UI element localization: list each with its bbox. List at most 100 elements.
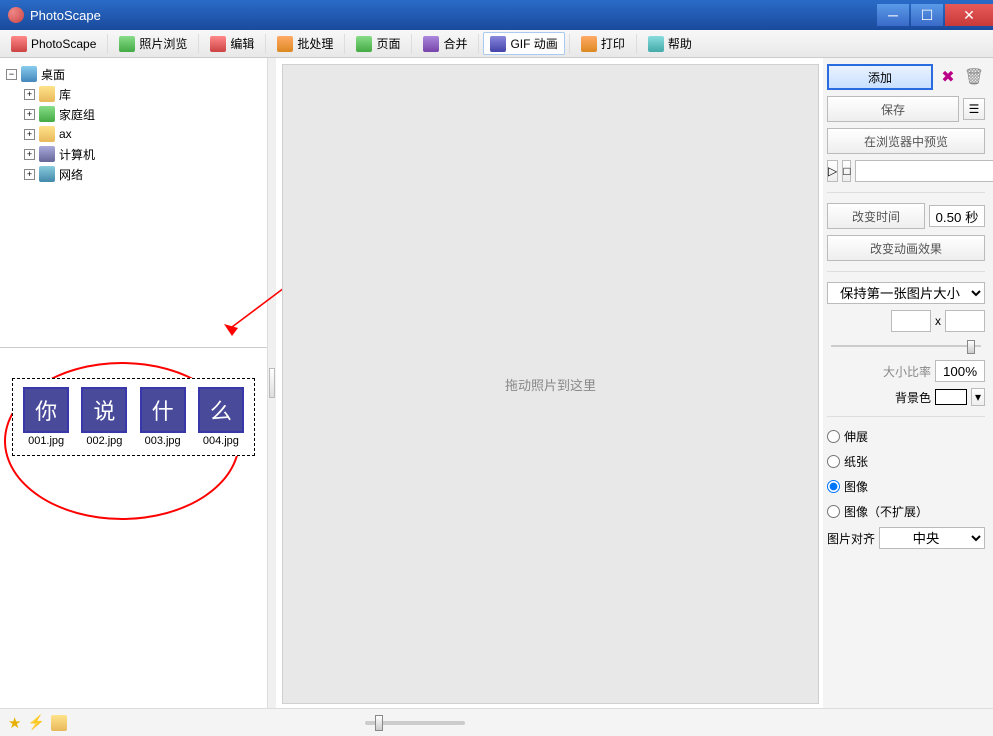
right-panel: 添加 ✖ 🗑 保存 ☰ 在浏览器中预览 ▷ □ 改变时间 改变动画效果 保持第一… <box>823 58 993 708</box>
align-select[interactable]: 中央 <box>879 527 985 549</box>
play-icon[interactable]: ▷ <box>827 160 838 182</box>
desktop-icon <box>21 66 37 82</box>
radio-label: 纸张 <box>844 453 868 470</box>
zoom-slider-thumb[interactable] <box>375 715 383 731</box>
save-button[interactable]: 保存 <box>827 96 959 122</box>
tree-node-network[interactable]: + 网络 <box>24 164 261 184</box>
combine-icon <box>423 36 439 52</box>
expand-icon[interactable]: + <box>24 149 35 160</box>
radio-label: 伸展 <box>844 428 868 445</box>
thumbnail-image: 说 <box>81 387 127 433</box>
stop-icon[interactable]: □ <box>842 160 851 182</box>
delete-icon[interactable]: ✖ <box>937 66 959 88</box>
clear-icon[interactable]: 🗑 <box>963 66 985 88</box>
tree-label: 库 <box>59 86 71 103</box>
time-value-field[interactable] <box>929 205 985 227</box>
editor-icon <box>210 36 226 52</box>
tab-editor[interactable]: 编辑 <box>203 32 261 55</box>
expand-icon[interactable]: + <box>24 109 35 120</box>
viewer-icon <box>119 36 135 52</box>
tree-node-computer[interactable]: +计算机 <box>24 144 261 164</box>
tree-node-library[interactable]: +库 <box>24 84 261 104</box>
folder-tree[interactable]: − 桌面 +库 +家庭组 +ax +计算机 +网络 <box>0 58 267 348</box>
thumbnail-item[interactable]: 么 004.jpg <box>196 387 246 447</box>
favorite-icon[interactable]: ★ <box>8 714 21 732</box>
left-panel: − 桌面 +库 +家庭组 +ax +计算机 +网络 你 001.jpg <box>0 58 268 708</box>
thumbnail-filename: 001.jpg <box>28 435 64 447</box>
tab-gif[interactable]: GIF 动画 <box>483 32 564 55</box>
change-effect-button[interactable]: 改变动画效果 <box>827 235 985 261</box>
thumbnail-image: 你 <box>23 387 69 433</box>
bgcolor-dropdown-icon[interactable]: ▾ <box>971 388 985 406</box>
splitter-handle-icon <box>269 368 275 398</box>
tree-node-homegroup[interactable]: + 家庭组 <box>24 104 261 124</box>
tree-label: ax <box>59 127 72 141</box>
expand-icon[interactable]: + <box>24 169 35 180</box>
tab-combine[interactable]: 合并 <box>416 32 474 55</box>
window-titlebar: PhotoScape ─ ☐ ✕ <box>0 0 993 30</box>
ratio-label: 大小比率 <box>827 363 931 380</box>
main-toolbar: PhotoScape 照片浏览 编辑 批处理 页面 合并 GIF 动画 打印 帮… <box>0 30 993 58</box>
tab-label: 批处理 <box>297 35 333 52</box>
bgcolor-swatch[interactable] <box>935 389 967 405</box>
radio-paper[interactable]: 纸张 <box>827 452 985 471</box>
tab-help[interactable]: 帮助 <box>641 32 699 55</box>
bgcolor-label: 背景色 <box>827 389 931 406</box>
progress-field[interactable] <box>855 160 993 182</box>
window-title: PhotoScape <box>30 8 877 23</box>
size-mode-select[interactable]: 保持第一张图片大小 <box>827 282 985 304</box>
preview-browser-button[interactable]: 在浏览器中预览 <box>827 128 985 154</box>
tab-label: 帮助 <box>668 35 692 52</box>
height-field[interactable] <box>945 310 985 332</box>
tab-batch[interactable]: 批处理 <box>270 32 340 55</box>
tree-label: 家庭组 <box>59 106 95 123</box>
tab-label: PhotoScape <box>31 37 96 51</box>
thumbnail-filename: 004.jpg <box>203 435 239 447</box>
thumbnail-item[interactable]: 你 001.jpg <box>21 387 71 447</box>
vertical-splitter[interactable] <box>268 58 276 708</box>
minimize-button[interactable]: ─ <box>877 4 909 26</box>
maximize-button[interactable]: ☐ <box>911 4 943 26</box>
ratio-slider-track <box>831 345 981 347</box>
action-icon[interactable]: ⚡ <box>27 714 44 731</box>
ratio-value-field[interactable] <box>935 360 985 382</box>
list-icon[interactable]: ☰ <box>963 98 985 120</box>
folder-open-icon[interactable] <box>51 715 67 731</box>
radio-stretch[interactable]: 伸展 <box>827 427 985 446</box>
canvas-hint: 拖动照片到这里 <box>505 375 596 394</box>
close-button[interactable]: ✕ <box>945 4 993 26</box>
computer-icon <box>39 146 55 162</box>
tab-label: GIF 动画 <box>510 35 557 52</box>
tree-root[interactable]: − 桌面 <box>6 64 261 84</box>
tab-label: 打印 <box>601 35 625 52</box>
tree-node-user[interactable]: + ax <box>24 124 261 144</box>
ratio-slider-thumb[interactable] <box>967 340 975 354</box>
tab-print[interactable]: 打印 <box>574 32 632 55</box>
radio-image-noexpand[interactable]: 图像（不扩展） <box>827 502 985 521</box>
add-button[interactable]: 添加 <box>827 64 933 90</box>
photoscape-icon <box>11 36 27 52</box>
width-field[interactable] <box>891 310 931 332</box>
thumbnail-item[interactable]: 说 002.jpg <box>79 387 129 447</box>
zoom-slider[interactable] <box>365 721 465 725</box>
tab-viewer[interactable]: 照片浏览 <box>112 32 194 55</box>
expand-icon[interactable]: + <box>24 129 35 140</box>
tab-page[interactable]: 页面 <box>349 32 407 55</box>
network-icon <box>39 166 55 182</box>
thumbnail-panel[interactable]: 你 001.jpg 说 002.jpg 什 003.jpg 么 004.jpg <box>12 378 255 456</box>
canvas-drop-area[interactable]: 拖动照片到这里 <box>282 64 819 704</box>
change-time-button[interactable]: 改变时间 <box>827 203 925 229</box>
collapse-icon[interactable]: − <box>6 69 17 80</box>
folder-icon <box>39 86 55 102</box>
homegroup-icon <box>39 106 55 122</box>
folder-icon <box>39 126 55 142</box>
dimension-x-label: x <box>935 314 941 328</box>
thumbnail-item[interactable]: 什 003.jpg <box>138 387 188 447</box>
tab-label: 照片浏览 <box>139 35 187 52</box>
tree-label: 桌面 <box>41 66 65 83</box>
tree-label: 网络 <box>59 166 83 183</box>
radio-image[interactable]: 图像 <box>827 477 985 496</box>
tab-photoscape[interactable]: PhotoScape <box>4 33 103 55</box>
expand-icon[interactable]: + <box>24 89 35 100</box>
thumbnail-image: 么 <box>198 387 244 433</box>
